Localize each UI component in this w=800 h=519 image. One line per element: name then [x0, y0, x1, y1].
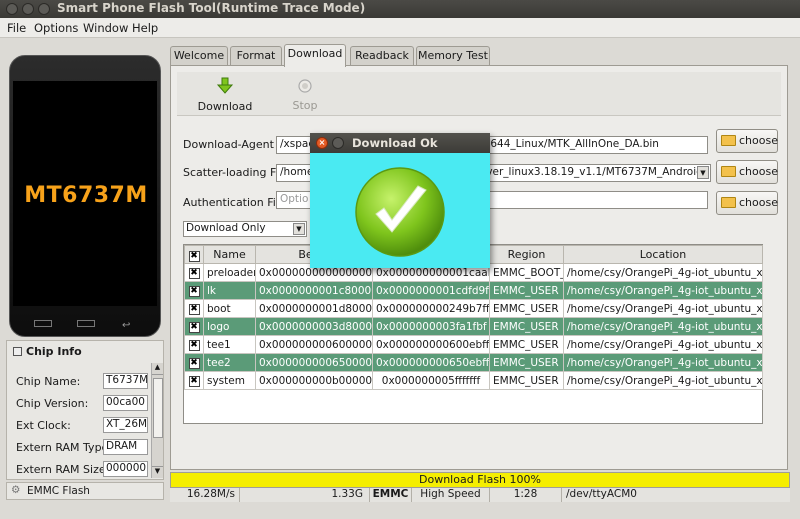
status-time: 1:28 [490, 488, 562, 502]
tab-format[interactable]: Format [230, 46, 282, 66]
partition-table: ✖ Name Begin Region Location ✖ preloader… [183, 244, 763, 424]
folder-icon [721, 197, 736, 208]
table-row[interactable]: ✖ lk 0x0000000001c80000 0x0000000001cdfd… [184, 281, 763, 300]
chip-version-value: 00ca00 [103, 395, 148, 411]
dialog-title-bar: × Download Ok [310, 133, 490, 153]
download-ok-dialog[interactable]: × Download Ok [310, 133, 490, 268]
scatter-dropdown-icon[interactable]: ▼ [697, 166, 709, 179]
progress-label: Download Flash 100% [419, 473, 541, 486]
column-region[interactable]: Region [489, 245, 564, 264]
menu-bar: File Options Window Help [0, 18, 800, 38]
row-checkbox[interactable]: ✖ [184, 281, 204, 300]
tab-memory-test[interactable]: Memory Test [416, 46, 490, 66]
ram-type-label: Extern RAM Type: [16, 441, 113, 454]
tab-welcome[interactable]: Welcome [170, 46, 228, 66]
emmc-flash-panel: ⚙ EMMC Flash [6, 482, 164, 500]
download-toolbar: Download Stop [177, 72, 781, 116]
gear-icon: ⚙ [11, 484, 21, 496]
ram-size-label: Extern RAM Size: [16, 463, 110, 476]
chip-version-label: Chip Version: [16, 397, 89, 410]
emmc-flash-label: EMMC Flash [27, 485, 90, 497]
dialog-minimize-button[interactable] [332, 137, 344, 149]
checkmark-icon [355, 167, 445, 257]
stop-icon [298, 79, 312, 93]
chip-name-label: Chip Name: [16, 375, 81, 388]
status-storage: EMMC [370, 488, 412, 502]
scatter-file-label: Scatter-loading File [183, 166, 289, 179]
tab-download[interactable]: Download [284, 44, 346, 67]
stop-button[interactable]: Stop [275, 74, 335, 112]
choose-auth-button[interactable]: choose [716, 191, 778, 215]
stop-button-label: Stop [292, 99, 318, 112]
folder-icon [721, 135, 736, 146]
title-bar: Smart Phone Flash Tool(Runtime Trace Mod… [0, 0, 800, 18]
chip-name-value: T6737M [103, 373, 148, 389]
row-checkbox[interactable]: ✖ [184, 263, 204, 282]
ram-size-value: 000000 [103, 461, 148, 477]
menu-window[interactable]: Window [83, 21, 128, 35]
download-mode-select[interactable]: Download Only ▼ [183, 221, 307, 237]
chip-info-scrollbar[interactable]: ▲ ▼ [151, 363, 163, 478]
dialog-title: Download Ok [352, 136, 438, 150]
menu-file[interactable]: File [7, 21, 26, 35]
table-row[interactable]: ✖ system 0x000000000b000000 0x000000005f… [184, 371, 763, 390]
phone-area: MT6737M ↩ [0, 38, 168, 338]
minimize-window-button[interactable] [22, 3, 34, 15]
status-size: 1.33G [240, 488, 370, 502]
row-checkbox[interactable]: ✖ [184, 335, 204, 354]
download-progress-bar: Download Flash 100% [170, 472, 790, 488]
table-row[interactable]: ✖ logo 0x0000000003d80000 0x0000000003fa… [184, 317, 763, 336]
table-row[interactable]: ✖ boot 0x0000000001d80000 0x000000000249… [184, 299, 763, 318]
close-window-button[interactable] [6, 3, 18, 15]
row-checkbox[interactable]: ✖ [184, 299, 204, 318]
row-checkbox[interactable]: ✖ [184, 353, 204, 372]
choose-download-agent-button[interactable]: choose [716, 129, 778, 153]
auth-file-label: Authentication File [183, 196, 286, 209]
table-row[interactable]: ✖ tee1 0x0000000006000000 0x000000000600… [184, 335, 763, 354]
phone-back-icon: ↩ [122, 320, 131, 331]
status-speed: 16.28M/s [170, 488, 240, 502]
download-agent-label: Download-Agent [183, 138, 274, 151]
phone-model-label: MT6737M [24, 183, 148, 208]
scroll-down-icon[interactable]: ▼ [152, 466, 163, 478]
scroll-up-icon[interactable]: ▲ [152, 363, 163, 375]
column-name[interactable]: Name [203, 245, 256, 264]
phone-home-icon [77, 320, 95, 327]
download-arrow-icon [216, 77, 234, 94]
dialog-body [310, 153, 490, 268]
choose-scatter-button[interactable]: choose [716, 160, 778, 184]
chip-info-panel: Chip Info Chip Name: T6737M Chip Version… [6, 340, 164, 480]
chip-info-scroll-thumb[interactable] [153, 378, 163, 438]
phone-menu-icon [34, 320, 52, 327]
row-checkbox[interactable]: ✖ [184, 371, 204, 390]
column-location[interactable]: Location [563, 245, 763, 264]
chip-icon [13, 347, 22, 356]
ext-clock-value: XT_26M [103, 417, 148, 433]
maximize-window-button[interactable] [38, 3, 50, 15]
window-title: Smart Phone Flash Tool(Runtime Trace Mod… [57, 1, 366, 15]
ext-clock-label: Ext Clock: [16, 419, 71, 432]
ram-type-value: DRAM [103, 439, 148, 455]
select-all-checkbox[interactable]: ✖ [184, 245, 204, 264]
row-checkbox[interactable]: ✖ [184, 317, 204, 336]
tab-readback[interactable]: Readback [350, 46, 414, 66]
chip-info-header: Chip Info [13, 345, 82, 358]
menu-options[interactable]: Options [34, 21, 78, 35]
dialog-close-button[interactable]: × [316, 137, 328, 149]
status-usb-speed: High Speed [412, 488, 490, 502]
status-bar: 16.28M/s 1.33G EMMC High Speed 1:28 /dev… [170, 488, 790, 502]
window-bottom [0, 502, 800, 519]
folder-icon [721, 166, 736, 177]
download-button[interactable]: Download [195, 74, 255, 113]
phone-image: MT6737M ↩ [9, 55, 161, 337]
table-row[interactable]: ✖ tee2 0x0000000006500000 0x000000000650… [184, 353, 763, 372]
download-button-label: Download [197, 100, 253, 113]
status-port: /dev/ttyACM0 [566, 488, 637, 500]
chevron-down-icon: ▼ [293, 223, 305, 235]
menu-help[interactable]: Help [132, 21, 158, 35]
